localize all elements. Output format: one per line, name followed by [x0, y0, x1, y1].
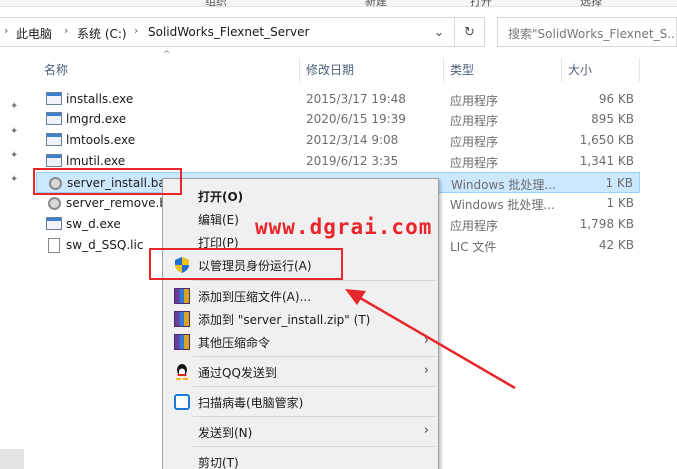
menu-separator: [193, 356, 436, 357]
menu-item-scan-virus[interactable]: 扫描病毒(电脑管家): [165, 391, 437, 413]
file-type: LIC 文件: [450, 240, 497, 254]
chevron-right-icon[interactable]: ›: [64, 24, 68, 37]
search-input[interactable]: 搜索"SolidWorks_Flexnet_S...: [497, 17, 677, 47]
menu-item-label: 其他压缩命令: [198, 336, 271, 350]
file-date: 2012/3/14 9:08: [306, 133, 399, 147]
menu-item-label: 剪切(T): [198, 456, 239, 469]
exe-file-icon: [46, 133, 62, 147]
file-name: lmgrd.exe: [66, 112, 127, 126]
menu-separator: [193, 280, 436, 281]
menu-item-label: 通过QQ发送到: [198, 366, 277, 380]
breadcrumb-this-pc[interactable]: 此电脑: [16, 25, 52, 42]
menu-item-label: 打开(O): [198, 190, 244, 204]
exe-file-icon: [46, 154, 62, 168]
file-size: 1,341 KB: [579, 154, 634, 168]
menu-item-label: 编辑(E): [198, 213, 239, 227]
file-type: 应用程序: [450, 94, 499, 108]
highlight-box-menu: [149, 248, 343, 280]
column-header-date[interactable]: 修改日期: [300, 58, 444, 82]
navigation-pane: ✦ ✦ ✦ ✦: [0, 60, 28, 469]
column-header-size[interactable]: 大小: [562, 58, 640, 82]
file-name: sw_d_SSQ.lic: [66, 238, 144, 252]
menu-item-send-via-qq[interactable]: 通过QQ发送到 ›: [165, 361, 437, 383]
batch-file-icon: [46, 196, 62, 210]
winrar-icon: [174, 311, 190, 327]
file-date: 2020/6/15 19:39: [306, 112, 406, 126]
file-name: lmutil.exe: [66, 154, 126, 168]
explorer-window: 组织 新建 打开 选择 › 此电脑 › 系统 (C:) › SolidWorks…: [0, 0, 677, 469]
document-file-icon: [46, 238, 62, 253]
ribbon-tab-organize[interactable]: 组织: [205, 0, 227, 9]
file-name: installs.exe: [66, 92, 134, 106]
exe-file-icon: [46, 112, 62, 126]
file-row[interactable]: lmtools.exe 2012/3/14 9:08 应用程序 1,650 KB: [36, 130, 640, 151]
menu-item-add-to-zip[interactable]: 添加到 "server_install.zip" (T): [165, 308, 437, 330]
file-type: Windows 批处理...: [451, 178, 556, 192]
file-size: 1,798 KB: [579, 217, 634, 231]
ribbon-strip: 组织 新建 打开 选择: [0, 0, 677, 9]
file-type: 应用程序: [450, 219, 499, 233]
breadcrumb-folder[interactable]: SolidWorks_Flexnet_Server: [148, 25, 309, 39]
exe-file-icon: [46, 92, 62, 106]
file-size: 895 KB: [591, 112, 634, 126]
file-type: 应用程序: [450, 114, 499, 128]
address-bar[interactable]: › 此电脑 › 系统 (C:) › SolidWorks_Flexnet_Ser…: [0, 17, 455, 47]
winrar-icon: [174, 288, 190, 304]
file-size: 1,650 KB: [579, 133, 634, 147]
address-row: › 此电脑 › 系统 (C:) › SolidWorks_Flexnet_Ser…: [0, 17, 677, 47]
file-row[interactable]: lmgrd.exe 2020/6/15 19:39 应用程序 895 KB: [36, 109, 640, 130]
menu-item-label: 添加到压缩文件(A)...: [198, 290, 312, 304]
menu-separator: [193, 386, 436, 387]
pc-manager-shield-icon: [174, 394, 190, 410]
winrar-icon: [174, 334, 190, 350]
submenu-arrow-icon: ›: [423, 423, 429, 438]
menu-item-label: 添加到 "server_install.zip" (T): [198, 313, 371, 327]
file-name: lmtools.exe: [66, 133, 136, 147]
menu-item-more-compress[interactable]: 其他压缩命令 ›: [165, 331, 437, 353]
ribbon-tab-select[interactable]: 选择: [580, 0, 602, 9]
submenu-arrow-icon: ›: [423, 363, 429, 378]
watermark-text: www.dgrai.com: [255, 215, 433, 239]
submenu-arrow-icon: ›: [423, 333, 429, 348]
pin-icon[interactable]: ✦: [10, 101, 20, 112]
menu-item-send-to[interactable]: 发送到(N) ›: [165, 421, 437, 443]
file-size: 1 KB: [606, 196, 634, 210]
menu-item-add-to-archive[interactable]: 添加到压缩文件(A)...: [165, 285, 437, 307]
file-name: sw_d.exe: [66, 217, 121, 231]
pin-icon[interactable]: ✦: [10, 174, 20, 185]
refresh-icon[interactable]: ↻: [455, 17, 485, 47]
nav-selected-item[interactable]: [0, 449, 24, 469]
file-row[interactable]: installs.exe 2015/3/17 19:48 应用程序 96 KB: [36, 89, 640, 110]
ribbon-tab-new[interactable]: 新建: [365, 0, 387, 9]
file-name: server_remove.b: [66, 196, 167, 210]
exe-file-icon: [46, 217, 62, 231]
menu-item-label: 扫描病毒(电脑管家): [198, 396, 304, 410]
pin-icon[interactable]: ✦: [10, 150, 20, 161]
highlight-box-file: [33, 168, 182, 195]
address-dropdown-icon[interactable]: ⌄: [425, 17, 453, 47]
qq-penguin-icon: [175, 364, 189, 380]
menu-item-open[interactable]: 打开(O): [165, 185, 437, 207]
breadcrumb-drive-c[interactable]: 系统 (C:): [77, 25, 127, 42]
menu-item-label: 发送到(N): [198, 426, 253, 440]
file-date: 2015/3/17 19:48: [306, 92, 406, 106]
file-type: 应用程序: [450, 135, 499, 149]
file-date: 2019/6/12 3:35: [306, 154, 399, 168]
column-header-name[interactable]: 名称: [38, 58, 300, 82]
chevron-right-icon[interactable]: ›: [134, 24, 138, 37]
menu-item-cut[interactable]: 剪切(T): [165, 451, 437, 469]
file-size: 96 KB: [598, 92, 634, 106]
menu-separator: [193, 416, 436, 417]
menu-separator: [193, 446, 436, 447]
file-size: 1 KB: [605, 176, 633, 190]
ribbon-tab-open[interactable]: 打开: [470, 0, 492, 9]
column-header-type[interactable]: 类型: [444, 58, 562, 82]
file-type: 应用程序: [450, 156, 499, 170]
pin-icon[interactable]: ✦: [10, 126, 20, 137]
file-size: 42 KB: [598, 238, 634, 252]
file-type: Windows 批处理...: [450, 198, 555, 212]
chevron-right-icon[interactable]: ›: [4, 24, 8, 37]
